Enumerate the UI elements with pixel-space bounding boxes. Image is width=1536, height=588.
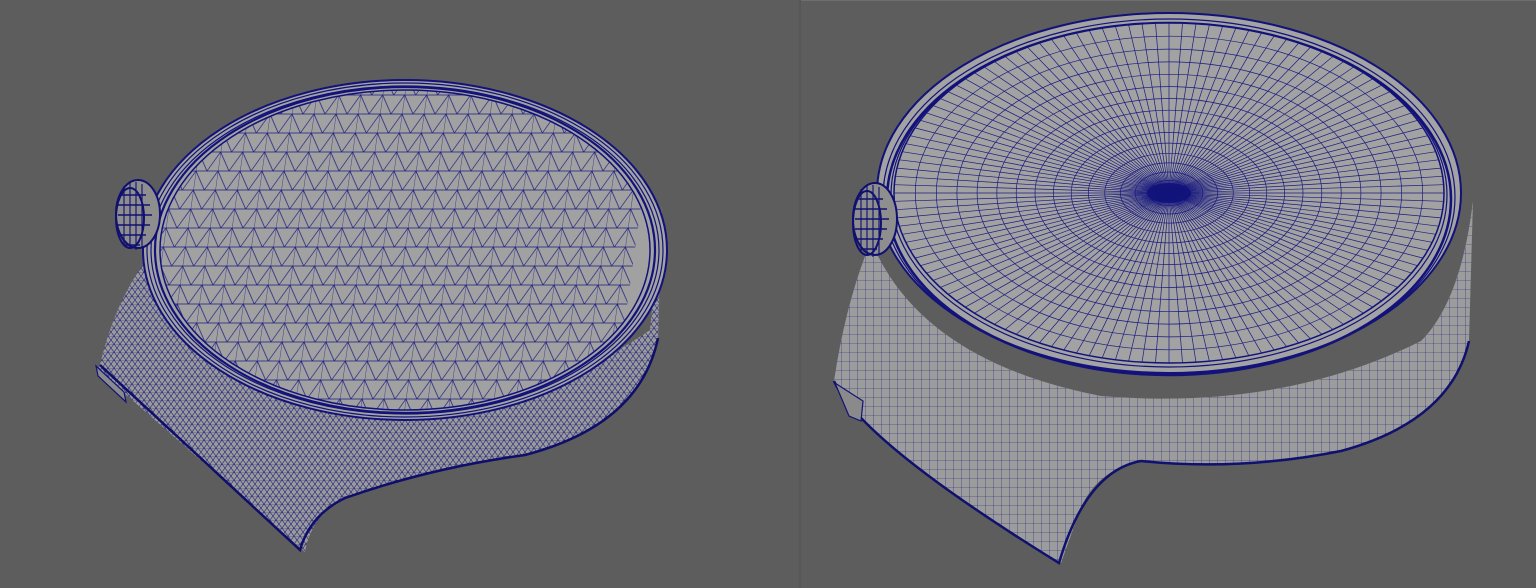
triangulated-watch-model — [95, 79, 668, 553]
quad-watch-model — [832, 12, 1473, 565]
left-viewport[interactable] — [0, 0, 799, 588]
viewport-area — [0, 0, 1536, 588]
crown — [852, 182, 898, 257]
crown — [115, 179, 161, 250]
watch-face-top — [893, 22, 1445, 364]
right-viewport[interactable] — [801, 0, 1536, 588]
